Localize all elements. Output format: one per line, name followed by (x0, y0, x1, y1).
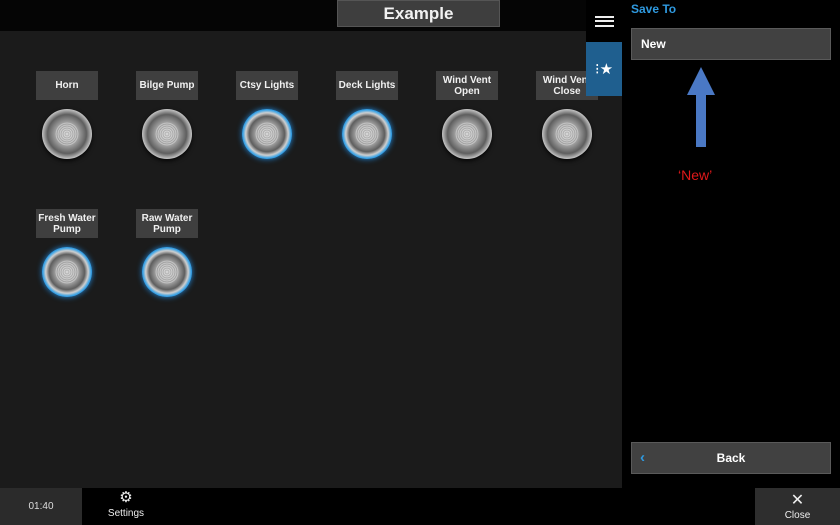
gear-icon: ⚙ (119, 489, 133, 506)
arrow-up-icon (687, 67, 715, 147)
switch-button[interactable] (442, 109, 492, 159)
menu-tab[interactable] (586, 0, 622, 42)
switch-deck-lights[interactable]: Deck Lights (336, 71, 398, 159)
panel-heading: Save To (631, 2, 677, 16)
top-bar: Example (0, 0, 622, 31)
bottom-bar: 01:40 ⚙ Settings ✕ Close (0, 488, 840, 525)
switch-label: Ctsy Lights (236, 71, 298, 100)
switch-horn[interactable]: Horn (36, 71, 98, 159)
settings-label: Settings (107, 508, 145, 519)
save-to-panel: Save To New ‘New’ ‹ Back (622, 0, 840, 488)
switch-label: Deck Lights (336, 71, 398, 100)
switch-wind-vent-open[interactable]: Wind Vent Open (436, 71, 498, 159)
back-button[interactable]: ‹ Back (631, 442, 831, 474)
favorites-star-icon: ⁝★ (594, 61, 614, 78)
switch-button[interactable] (42, 109, 92, 159)
switch-label: Wind Vent Open (436, 71, 498, 100)
switch-label: Horn (36, 71, 98, 100)
annotation-text: ‘New’ (678, 167, 713, 183)
switch-button[interactable] (142, 109, 192, 159)
hamburger-menu-icon (594, 15, 614, 27)
switch-bilge-pump[interactable]: Bilge Pump (136, 71, 198, 159)
switch-button[interactable] (42, 247, 92, 297)
switch-button[interactable] (542, 109, 592, 159)
switch-button[interactable] (142, 247, 192, 297)
close-icon: ✕ (790, 491, 805, 509)
favorites-tab[interactable]: ⁝★ (586, 42, 622, 96)
switch-panel-area: Example Horn Bilge Pump Ctsy Lights Deck… (0, 0, 622, 488)
side-tabs: ⁝★ (586, 0, 622, 96)
switch-fresh-water-pump[interactable]: Fresh Water Pump (36, 209, 98, 297)
back-label: Back (716, 451, 746, 465)
switch-label: Bilge Pump (136, 71, 198, 100)
page-title: Example (337, 0, 500, 27)
switch-raw-water-pump[interactable]: Raw Water Pump (136, 209, 198, 297)
switch-button[interactable] (342, 109, 392, 159)
close-button[interactable]: ✕ Close (755, 488, 840, 525)
close-label: Close (784, 509, 811, 521)
switch-ctsy-lights[interactable]: Ctsy Lights (236, 71, 298, 159)
switch-label: Raw Water Pump (136, 209, 198, 238)
switch-label: Fresh Water Pump (36, 209, 98, 238)
chevron-left-icon: ‹ (640, 449, 645, 466)
new-option[interactable]: New (631, 28, 831, 60)
settings-button[interactable]: ⚙ Settings (98, 490, 154, 523)
switch-button[interactable] (242, 109, 292, 159)
clock: 01:40 (0, 488, 82, 525)
